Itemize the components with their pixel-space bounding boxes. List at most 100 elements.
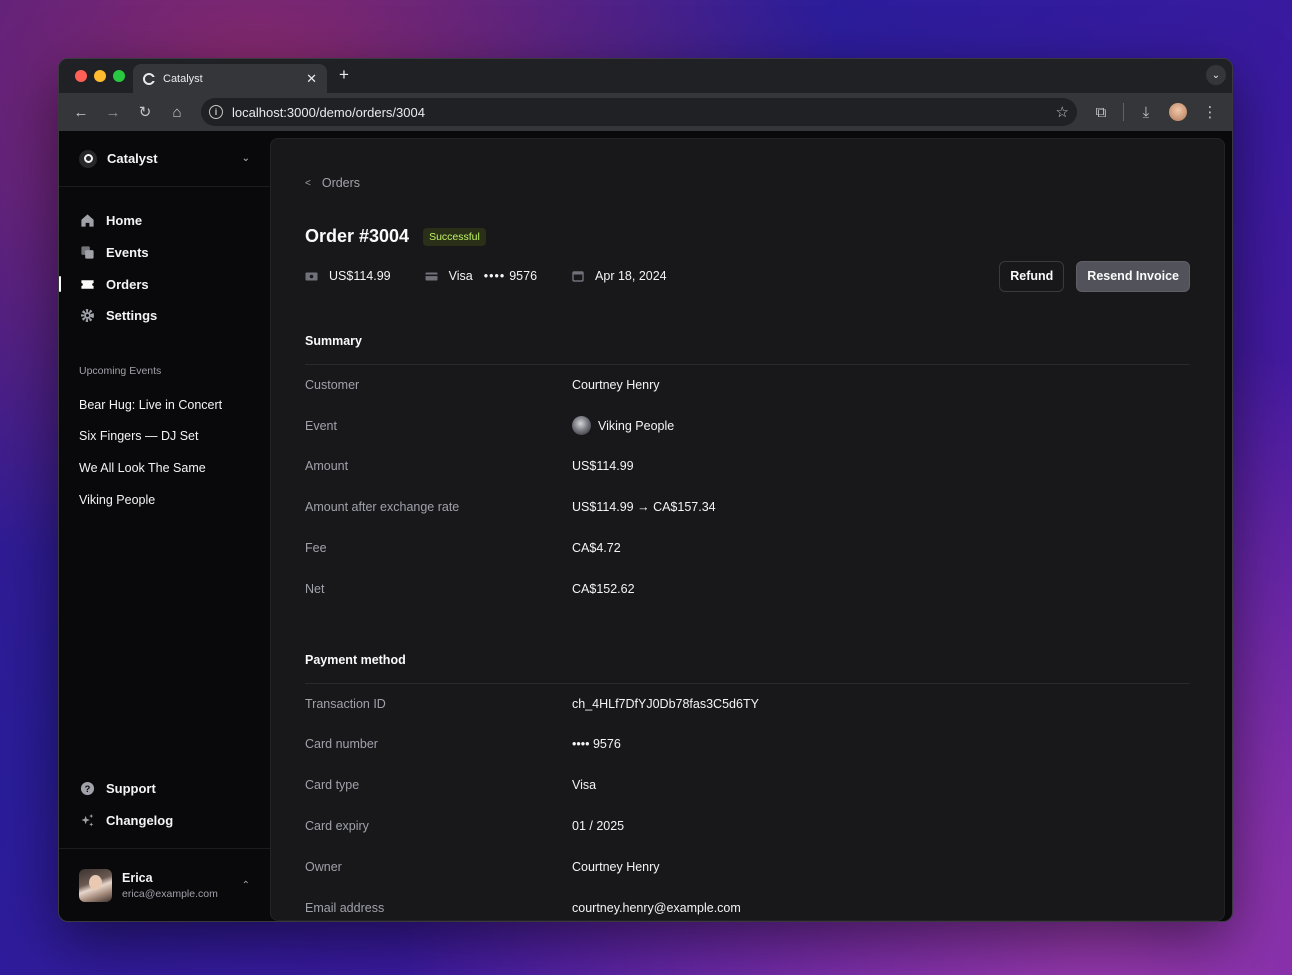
list-item: Card number •••• 9576: [305, 725, 1190, 766]
window-controls: [75, 70, 125, 82]
upcoming-events-list: Bear Hug: Live in Concert Six Fingers — …: [59, 383, 270, 516]
status-badge: Successful: [423, 227, 486, 246]
sidebar-item-event[interactable]: Bear Hug: Live in Concert: [71, 389, 258, 421]
event-link[interactable]: Viking People: [572, 416, 674, 436]
squares-icon: [79, 245, 95, 261]
sparkles-icon: [79, 813, 95, 829]
meta-amount: US$114.99: [305, 269, 391, 283]
team-switcher[interactable]: Catalyst ⌄: [59, 131, 270, 187]
summary-value: US$114.99 → CA$157.34: [572, 500, 716, 515]
close-window-button[interactable]: [75, 70, 87, 82]
summary-value: CA$4.72: [572, 541, 621, 556]
payment-value: Visa: [572, 778, 597, 793]
sidebar-item-event[interactable]: Six Fingers — DJ Set: [71, 420, 258, 452]
sidebar-item-label: Bear Hug: Live in Concert: [79, 397, 223, 412]
maximize-window-button[interactable]: [113, 70, 125, 82]
main-content: < Orders Order #3004 Successful US$114.9…: [270, 131, 1232, 921]
sidebar-item-changelog[interactable]: Changelog: [71, 805, 258, 837]
order-meta: US$114.99 Visa •••• 9576 Apr 18, 2024 Re…: [305, 260, 1190, 292]
home-browser-icon[interactable]: ⌂: [163, 98, 191, 126]
extensions-icon[interactable]: ⧉: [1087, 98, 1115, 126]
download-icon[interactable]: ⤓: [1132, 98, 1160, 126]
chevron-down-icon: ⌄: [241, 153, 250, 164]
tab-title: Catalyst: [163, 72, 203, 85]
team-name: Catalyst: [107, 151, 158, 166]
payment-label: Card number: [305, 737, 378, 752]
list-item: Card expiry 01 / 2025: [305, 806, 1190, 847]
browser-tab[interactable]: Catalyst ✕: [133, 64, 327, 93]
new-tab-button[interactable]: +: [339, 65, 349, 85]
sidebar-item-label: Orders: [106, 276, 149, 292]
browser-window: Catalyst ✕ + ⌄ ← → ↻ ⌂ i localhost:3000/…: [58, 58, 1233, 922]
browser-menu-icon[interactable]: ⋮: [1196, 98, 1224, 126]
payment-value: •••• 9576: [572, 737, 621, 752]
minimize-window-button[interactable]: [94, 70, 106, 82]
payment-label: Owner: [305, 859, 342, 874]
order-date: Apr 18, 2024: [595, 269, 667, 283]
list-item: Amount after exchange rate US$114.99 → C…: [305, 487, 1190, 528]
sidebar-item-event[interactable]: Viking People: [71, 484, 258, 516]
resend-invoice-button[interactable]: Resend Invoice: [1076, 260, 1190, 292]
list-item: Transaction ID ch_4HLf7DfYJ0Db78fas3C5d6…: [305, 684, 1190, 725]
primary-nav: Home Events Orders Settings: [59, 187, 270, 332]
summary-label: Net: [305, 581, 325, 596]
summary-label: Amount after exchange rate: [305, 500, 460, 515]
sidebar-item-event[interactable]: We All Look The Same: [71, 452, 258, 484]
payment-label: Card type: [305, 778, 360, 793]
gear-icon: [79, 308, 95, 324]
list-item: Event Viking People: [305, 406, 1190, 447]
sidebar-item-orders[interactable]: Orders: [59, 268, 258, 300]
summary-value: CA$152.62: [572, 581, 635, 596]
summary-label: Event: [305, 418, 337, 433]
banknote-icon: [305, 271, 318, 282]
summary-label: Fee: [305, 541, 327, 556]
sidebar-item-label: Changelog: [106, 813, 174, 829]
summary-value: Courtney Henry: [572, 377, 660, 392]
back-icon[interactable]: ←: [67, 98, 95, 126]
summary-heading: Summary: [305, 334, 1190, 365]
reload-icon[interactable]: ↻: [131, 98, 159, 126]
payment-method-heading: Payment method: [305, 653, 1190, 684]
forward-icon[interactable]: →: [99, 98, 127, 126]
browser-toolbar: ← → ↻ ⌂ i localhost:3000/demo/orders/300…: [59, 93, 1232, 131]
content-panel: < Orders Order #3004 Successful US$114.9…: [270, 138, 1225, 921]
profile-button[interactable]: [1164, 98, 1192, 126]
card-dots: ••••: [483, 269, 506, 283]
credit-card-icon: [425, 271, 438, 282]
sidebar-item-home[interactable]: Home: [71, 205, 258, 237]
payment-value[interactable]: courtney.henry@example.com: [572, 901, 741, 915]
sidebar-item-support[interactable]: ? Support: [71, 773, 258, 805]
tab-strip: Catalyst ✕ + ⌄: [59, 59, 1232, 93]
question-icon: ?: [79, 781, 95, 797]
bookmark-star-icon[interactable]: ☆: [1056, 103, 1069, 121]
home-icon: [79, 213, 95, 229]
order-amount: US$114.99: [329, 269, 391, 283]
address-bar[interactable]: i localhost:3000/demo/orders/3004 ☆: [201, 98, 1077, 126]
upcoming-events-heading: Upcoming Events: [79, 364, 162, 377]
payment-value: ch_4HLf7DfYJ0Db78fas3C5d6TY: [572, 696, 759, 711]
user-menu[interactable]: Erica erica@example.com ⌃: [59, 848, 270, 921]
order-actions: Refund Resend Invoice: [999, 260, 1190, 292]
summary-value[interactable]: Viking People: [598, 419, 674, 433]
list-item: Email address courtney.henry@example.com: [305, 888, 1190, 920]
payment-value: Courtney Henry: [572, 859, 660, 874]
summary-value: US$114.99: [572, 459, 634, 474]
close-tab-icon[interactable]: ✕: [306, 71, 317, 87]
sidebar-item-events[interactable]: Events: [71, 237, 258, 269]
catalyst-favicon-icon: [143, 72, 155, 85]
breadcrumb[interactable]: < Orders: [305, 175, 1190, 191]
summary-label: Amount: [305, 459, 349, 474]
payment-label: Transaction ID: [305, 696, 386, 711]
breadcrumb-orders[interactable]: Orders: [322, 176, 360, 190]
tab-search-button[interactable]: ⌄: [1206, 65, 1226, 85]
sidebar-item-label: Six Fingers — DJ Set: [79, 429, 199, 444]
refund-button[interactable]: Refund: [999, 260, 1065, 292]
sidebar-item-settings[interactable]: Settings: [71, 300, 258, 332]
url-text[interactable]: localhost:3000/demo/orders/3004: [232, 105, 1056, 120]
summary-list: Customer Courtney Henry Event Viking Peo…: [305, 365, 1190, 610]
page-title: Order #3004: [305, 226, 410, 246]
payment-value: 01 / 2025: [572, 819, 625, 834]
card-brand: Visa: [448, 269, 473, 283]
meta-card: Visa •••• 9576: [425, 269, 537, 283]
site-info-icon[interactable]: i: [209, 105, 223, 119]
